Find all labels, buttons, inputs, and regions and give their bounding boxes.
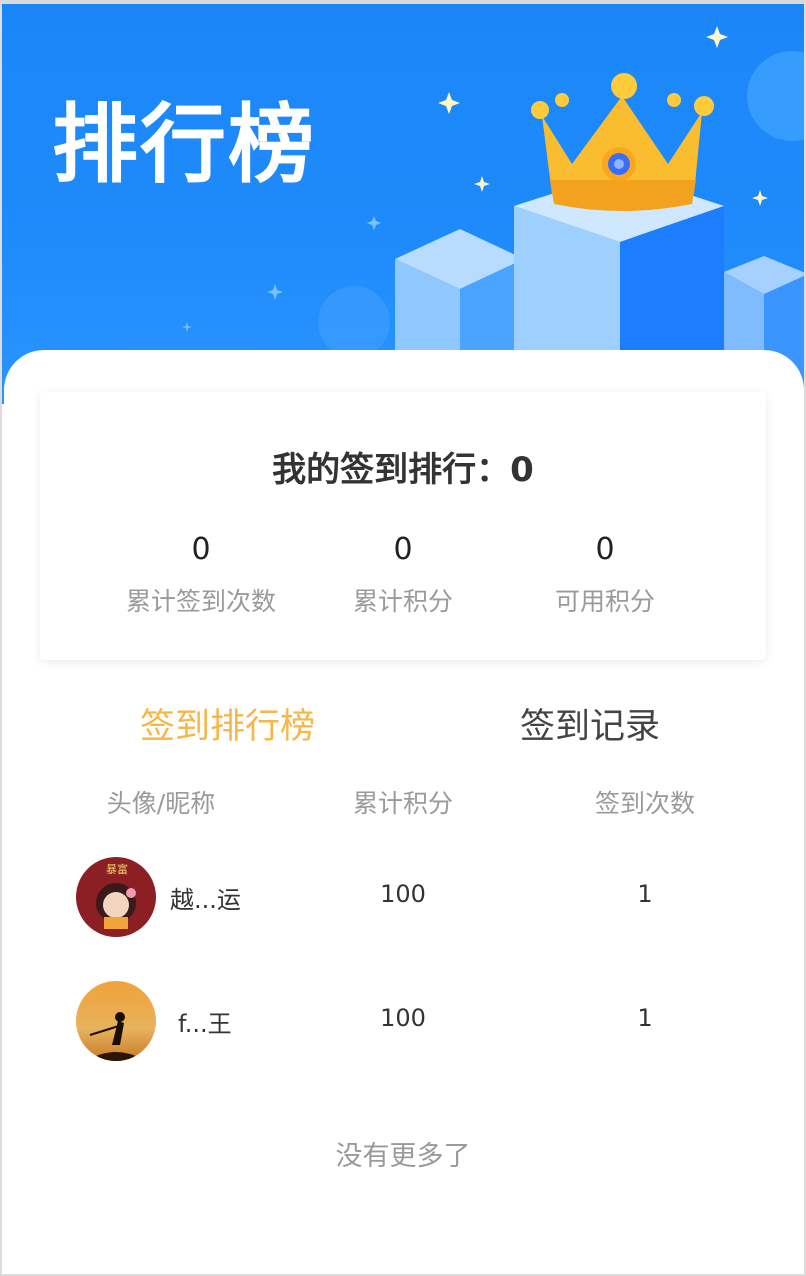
tab-checkin-leaderboard[interactable]: 签到排行榜 — [140, 698, 315, 749]
page-frame: 排行榜 我的签到排行：0 0 累计签到次数 0 累计积分 0 可用积分 签到排行… — [0, 0, 806, 1276]
total-points-label: 累计积分 — [352, 587, 453, 616]
total-checkins-label: 累计签到次数 — [125, 587, 276, 616]
nickname: 越...运 — [170, 886, 241, 914]
available-points-value: 0 — [595, 532, 615, 567]
header-checkin-count: 签到次数 — [594, 789, 695, 818]
available-points-label: 可用积分 — [554, 587, 655, 616]
header-avatar-nickname: 头像/昵称 — [106, 789, 216, 818]
table-row: f...王 100 1 — [2, 976, 804, 1066]
table-row: 暴富 越...运 100 1 — [2, 852, 804, 942]
banner-title: 排行榜 — [52, 95, 316, 195]
nickname: f...王 — [178, 1010, 232, 1038]
total-points-value: 0 — [393, 532, 413, 567]
header-total-points: 累计积分 — [352, 789, 453, 818]
no-more-text: 没有更多了 — [335, 1141, 471, 1172]
total-points: 100 — [380, 880, 426, 908]
my-rank-title: 我的签到排行：0 — [272, 450, 534, 490]
total-points: 100 — [380, 1004, 426, 1032]
tab-checkin-records[interactable]: 签到记录 — [520, 698, 660, 749]
my-rank-card — [40, 392, 766, 660]
crown-icon — [531, 73, 714, 211]
svg-text:暴富: 暴富 — [106, 862, 128, 876]
checkin-count: 1 — [637, 1004, 653, 1032]
avatar — [76, 981, 156, 1061]
banner-decoration — [182, 26, 804, 404]
leaderboard-banner: 排行榜 — [2, 4, 804, 404]
avatar: 暴富 — [76, 857, 156, 937]
total-checkins-value: 0 — [191, 532, 211, 567]
checkin-count: 1 — [637, 880, 653, 908]
